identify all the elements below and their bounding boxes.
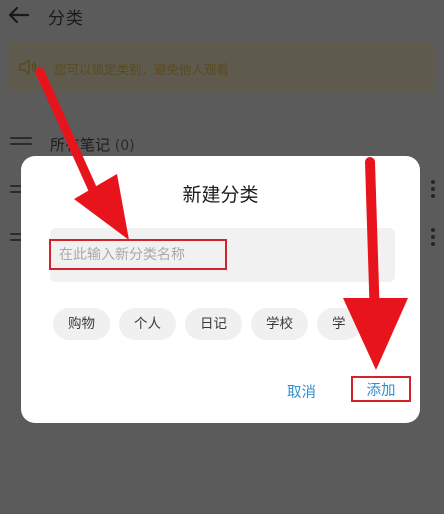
cancel-button[interactable]: 取消 [287,381,316,402]
chip-diary[interactable]: 日记 [185,308,242,340]
all-notes-text: 所有笔记 [50,136,111,154]
dialog-title: 新建分类 [182,184,259,206]
lock-notice-banner: 您可以锁定类别，避免他人观看 [8,42,436,92]
page-title: 分类 [48,9,84,29]
all-notes-count: (0) [114,138,135,154]
drag-handle-icon[interactable] [10,137,32,151]
add-button[interactable]: 添加 [351,376,411,402]
category-name-input[interactable] [49,239,227,270]
arrow-left-icon[interactable] [8,4,30,26]
all-notes-label: 所有笔记 (0) [50,134,135,155]
chip-study-partial[interactable]: 学 [317,308,361,340]
new-category-dialog: 新建分类 购物个人日记学校学 取消 添加 [21,156,420,423]
chip-shopping[interactable]: 购物 [53,308,110,340]
preset-chips: 购物 个人 日记 学校学 [53,308,420,340]
chip-personal[interactable]: 个人 [119,308,176,340]
chip-school[interactable]: 学校 [251,308,308,340]
notice-text: 您可以锁定类别，避免他人观看 [54,62,230,77]
more-vertical-icon[interactable] [430,180,436,202]
top-bar: 分类 [0,0,444,36]
speaker-icon [19,59,37,75]
more-vertical-icon[interactable] [430,228,436,250]
